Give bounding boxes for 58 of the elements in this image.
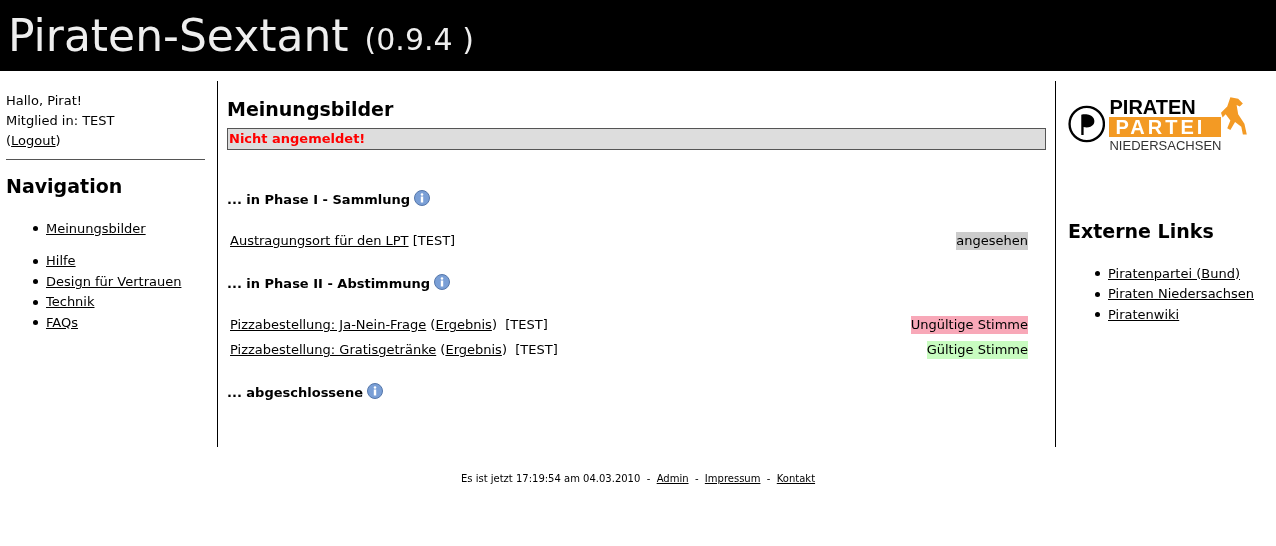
login-alert: Nicht angemeldet! [227,127,1046,150]
result-link[interactable]: Ergebnis [445,342,502,358]
impressum-link[interactable]: Impressum [704,473,761,484]
info-icon[interactable] [434,273,451,290]
bullet-icon [33,279,38,285]
external-link[interactable]: Piratenwiki [1108,304,1180,325]
navigation-heading: Navigation [6,174,124,199]
status-label: Gültige Stimme [926,341,1028,359]
poll-link[interactable]: Austragungsort für den LPT [230,233,409,249]
result-link[interactable]: Ergebnis [435,317,492,333]
poll-link[interactable]: Pizzabestellung: Ja-Nein-Frage [230,317,427,333]
bullet-icon [1095,291,1100,297]
external-link[interactable]: Piraten Niedersachsen [1108,284,1254,305]
links-heading: Externe Links [1068,219,1215,244]
group-tag: [TEST] [515,342,558,358]
logo-text: PIRATEN [1109,96,1197,117]
separator: - [766,473,771,484]
logo-text: NIEDERSACHSEN [1109,138,1222,152]
site-title: Piraten-Sextant [8,13,349,58]
info-icon[interactable] [414,189,430,206]
nav-link[interactable]: FAQs [46,312,78,333]
paren: ) [501,342,507,358]
section-heading: ... abgeschlossene [227,384,363,400]
clock-text: Es ist jetzt 17:19:54 am 04.03.2010 [460,473,641,484]
paren: ( [6,133,12,148]
nav-link[interactable]: Hilfe [46,251,76,272]
paren: ( [440,342,446,358]
page-heading: Meinungsbilder [227,97,395,122]
paren: ) [491,317,497,333]
membership-text: Mitglied in: TEST [6,112,116,130]
bullet-icon [33,258,38,264]
bullet-icon [33,226,38,232]
info-icon[interactable] [367,382,383,399]
nav-link[interactable]: Meinungsbilder [46,218,146,239]
bullet-icon [1095,271,1100,277]
group-tag: [TEST] [505,317,548,333]
bullet-icon [1095,312,1100,318]
admin-link[interactable]: Admin [656,473,689,484]
greeting-text: Hallo, Pirat! [6,92,83,110]
separator: - [646,473,651,484]
logout-link[interactable]: Logout [11,133,56,148]
version-label: (0.9.4 ) [364,24,474,55]
contact-link[interactable]: Kontakt [776,473,816,484]
poll-link[interactable]: Pizzabestellung: Gratisgetränke [230,342,437,358]
status-label: angesehen [956,232,1028,250]
paren: ) [55,133,61,148]
section-heading: ... in Phase I - Sammlung [227,191,410,207]
external-link[interactable]: Piratenpartei (Bund) [1108,263,1240,284]
nav-link[interactable]: Technik [46,292,95,313]
paren: ( [430,317,436,333]
group-tag: [TEST] [412,233,456,249]
bullet-icon [33,320,38,326]
logo-text: PARTEI [1109,116,1222,137]
nav-link[interactable]: Design für Vertrauen [46,271,182,292]
status-label: Ungültige Stimme [910,316,1028,334]
separator: - [694,473,699,484]
bullet-icon [33,299,38,305]
section-heading: ... in Phase II - Abstimmung [227,275,431,291]
